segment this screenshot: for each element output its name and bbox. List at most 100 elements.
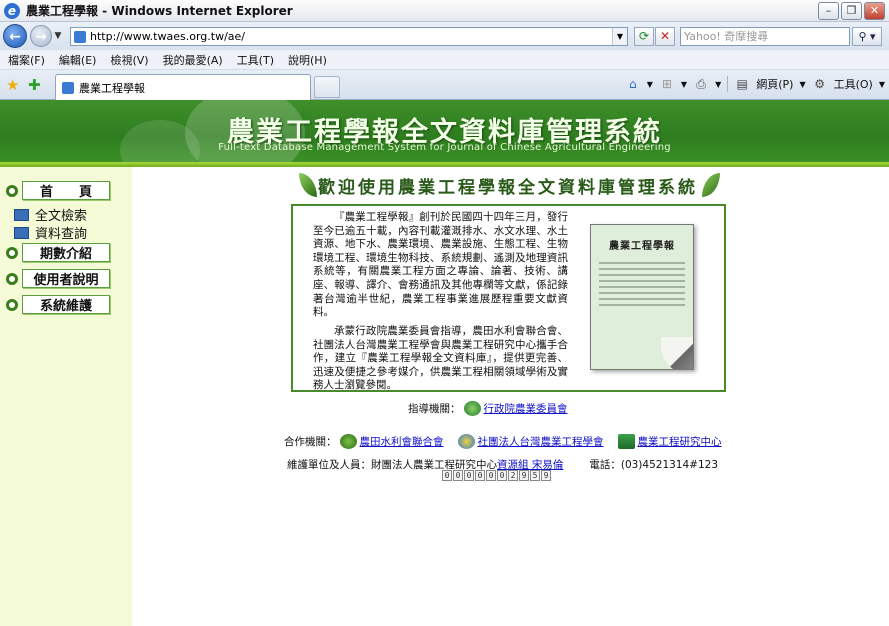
- menu-view[interactable]: 檢視(V): [110, 52, 148, 68]
- sidebar-item-label: 全文檢索: [35, 209, 88, 224]
- tab-bar: ★ ✚ 農業工程學報 ⌂ ▼ ⊞ ▼ ⎙ ▼ ▤ 網頁(P) ▼ ⚙ 工具(O)…: [0, 70, 889, 100]
- feeds-icon[interactable]: ⊞: [659, 76, 675, 92]
- cover-line: [599, 262, 685, 264]
- main-content: 歡迎使用農業工程學報全文資料庫管理系統 『農業工程學報』創刊於民國四十四年三月，…: [132, 167, 889, 626]
- intro-paragraph: 承蒙行政院農業委員會指導，農田水利會聯合會、社團法人台灣農業工程學會與農業工程研…: [313, 325, 568, 392]
- print-icon[interactable]: ⎙: [693, 76, 709, 92]
- counter-digit: 0: [453, 470, 463, 481]
- feeds-dropdown-icon[interactable]: ▼: [681, 80, 687, 89]
- society-logo-icon: [457, 434, 475, 449]
- sidebar-item-maintenance[interactable]: 系統維護: [6, 295, 110, 314]
- page-menu-icon[interactable]: ▤: [734, 76, 750, 92]
- favorites-star-icon[interactable]: ★: [6, 76, 19, 94]
- forward-button[interactable]: →: [30, 25, 52, 47]
- counter-digit: 0: [475, 470, 485, 481]
- bullet-icon: [6, 272, 18, 285]
- partner-link-aerc[interactable]: 農業工程研究中心: [638, 434, 722, 449]
- history-dropdown-icon[interactable]: ▼: [52, 31, 64, 41]
- address-toolbar: ← → ▼ http://www.twaes.org.tw/ae/ ▼ ⟳ ✕ …: [0, 22, 889, 50]
- sidebar-item-home[interactable]: 首 頁: [6, 181, 110, 200]
- print-dropdown-icon[interactable]: ▼: [715, 80, 721, 89]
- page-menu-button[interactable]: 網頁(P): [756, 76, 793, 92]
- counter-digit: 0: [442, 470, 452, 481]
- counter-digit: 0: [464, 470, 474, 481]
- partner-link-irrigation[interactable]: 農田水利會聯合會: [360, 434, 444, 449]
- intro-paragraph: 『農業工程學報』創刊於民國四十四年三月，發行至今已逾五十載，內容刊載灌溉排水、水…: [313, 211, 568, 319]
- sidebar-item-fulltext-search[interactable]: 全文檢索: [14, 205, 87, 224]
- menu-file[interactable]: 檔案(F): [8, 52, 45, 68]
- address-dropdown-icon[interactable]: ▼: [612, 28, 627, 45]
- maximize-button[interactable]: ❐: [841, 2, 862, 20]
- counter-digit: 9: [519, 470, 529, 481]
- cover-line: [599, 298, 685, 300]
- page-menu-dropdown-icon[interactable]: ▼: [799, 80, 805, 89]
- sidebar-item-label: 系統維護: [22, 295, 110, 314]
- page-icon: [62, 81, 74, 94]
- coa-link[interactable]: 行政院農業委員會: [484, 401, 568, 416]
- cover-line: [599, 280, 685, 282]
- cover-line: [599, 292, 685, 294]
- intro-panel: 『農業工程學報』創刊於民國四十四年三月，發行至今已逾五十載，內容刊載灌溉排水、水…: [291, 204, 726, 392]
- sidebar-item-label: 首 頁: [22, 181, 110, 200]
- cover-line: [599, 274, 685, 276]
- back-button[interactable]: ←: [3, 24, 27, 48]
- tools-menu-button[interactable]: 工具(O): [834, 76, 873, 92]
- partners-row: 合作機關： 農田水利會聯合會 社團法人台灣農業工程學會 農業工程研究中心: [284, 434, 722, 449]
- menu-favorites[interactable]: 我的最愛(A): [163, 52, 223, 68]
- menu-edit[interactable]: 編輯(E): [59, 52, 97, 68]
- sidebar-item-label: 期數介紹: [22, 243, 110, 262]
- new-tab-button[interactable]: [314, 76, 340, 98]
- counter-digit: 0: [486, 470, 496, 481]
- title-bar: e 農業工程學報 - Windows Internet Explorer – ❐…: [0, 0, 889, 22]
- partner-label: 合作機關：: [284, 436, 337, 448]
- tab-current[interactable]: 農業工程學報: [55, 74, 311, 100]
- ie-logo-icon: e: [4, 2, 20, 19]
- search-input[interactable]: Yahoo! 奇摩搜尋: [680, 27, 850, 46]
- coa-logo-icon: [463, 401, 481, 416]
- minimize-button[interactable]: –: [818, 2, 839, 20]
- sidebar-item-issues[interactable]: 期數介紹: [6, 243, 110, 262]
- search-button[interactable]: ⚲ ▾: [852, 27, 882, 46]
- address-input[interactable]: http://www.twaes.org.tw/ae/ ▼: [70, 27, 628, 46]
- cover-line: [599, 304, 685, 306]
- counter-digit: 0: [497, 470, 507, 481]
- sidebar: 首 頁 全文檢索 資料查詢 期數介紹 使用者說明 系統維護: [0, 167, 132, 626]
- close-button[interactable]: ✕: [864, 2, 885, 20]
- cover-line: [599, 286, 685, 288]
- journal-cover-image: 農業工程學報: [590, 224, 694, 370]
- home-icon[interactable]: ⌂: [625, 76, 641, 92]
- bullet-icon: [6, 246, 18, 259]
- add-favorites-icon[interactable]: ✚: [28, 76, 41, 94]
- cover-title: 農業工程學報: [609, 241, 675, 252]
- refresh-button[interactable]: ⟳: [634, 27, 654, 46]
- irrigation-logo-icon: [339, 434, 357, 449]
- menu-help[interactable]: 說明(H): [288, 52, 327, 68]
- bullet-icon: [6, 298, 18, 311]
- window-title: 農業工程學報 - Windows Internet Explorer: [26, 4, 293, 18]
- sidebar-item-label: 資料查詢: [35, 227, 88, 242]
- gear-icon[interactable]: ⚙: [812, 76, 828, 92]
- visitor-counter: 0 0 0 0 0 0 2 9 5 9: [442, 470, 551, 481]
- menu-bar: 檔案(F) 編輯(E) 檢視(V) 我的最愛(A) 工具(T) 說明(H): [0, 50, 889, 70]
- sidebar-item-user-guide[interactable]: 使用者說明: [6, 269, 110, 288]
- guidance-label: 指導機關：: [408, 403, 461, 415]
- computer-icon: [14, 208, 29, 221]
- stop-button[interactable]: ✕: [655, 27, 675, 46]
- banner-subtitle: Full-text Database Management System for…: [218, 142, 671, 153]
- separator: [727, 76, 729, 92]
- tab-title: 農業工程學報: [79, 81, 145, 95]
- counter-digit: 2: [508, 470, 518, 481]
- sidebar-item-label: 使用者說明: [22, 269, 110, 288]
- tools-dropdown-icon[interactable]: ▼: [879, 80, 885, 89]
- cover-line: [599, 268, 685, 270]
- sidebar-item-data-query[interactable]: 資料查詢: [14, 223, 87, 242]
- page-headline: 歡迎使用農業工程學報全文資料庫管理系統: [318, 178, 698, 198]
- menu-tools[interactable]: 工具(T): [237, 52, 274, 68]
- partner-link-society[interactable]: 社團法人台灣農業工程學會: [478, 434, 604, 449]
- page-curl-decoration: [661, 337, 693, 369]
- phone-number: 電話：(03)4521314#123: [589, 459, 718, 471]
- page-icon: [74, 30, 86, 43]
- window-controls: – ❐ ✕: [818, 2, 885, 20]
- home-dropdown-icon[interactable]: ▼: [647, 80, 653, 89]
- bullet-icon: [6, 184, 18, 197]
